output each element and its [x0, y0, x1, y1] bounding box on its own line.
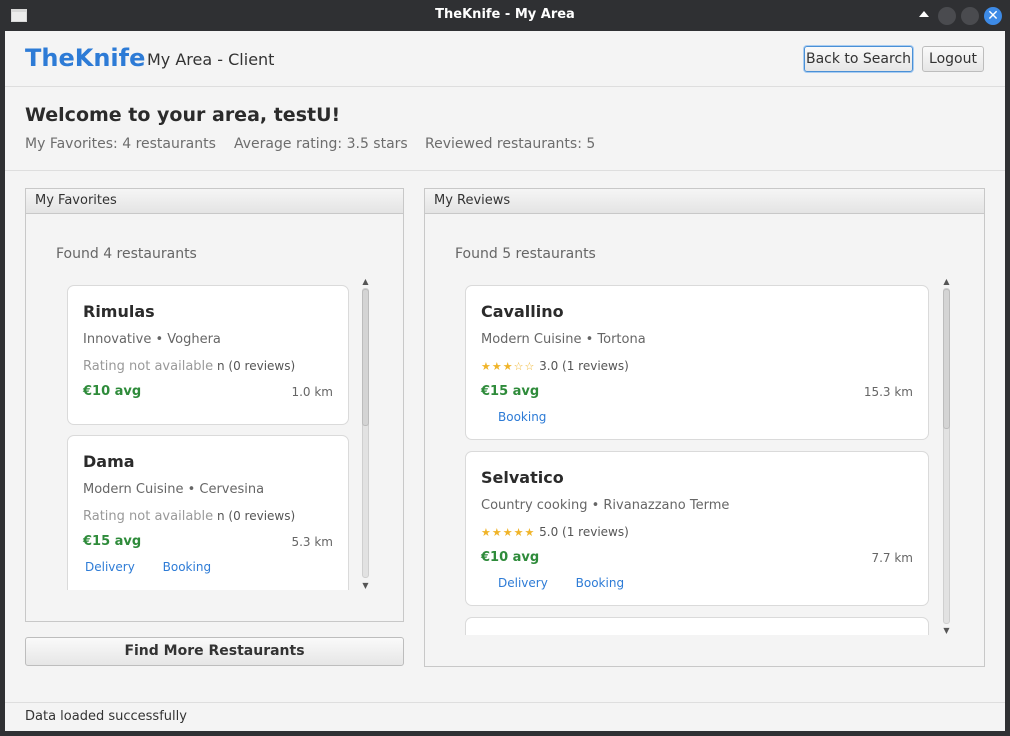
delivery-link[interactable]: Delivery [85, 560, 135, 574]
restaurant-distance: 5.3 km [291, 535, 333, 549]
restaurant-card-rimulas[interactable]: Rimulas Innovative • Voghera Rating not … [67, 285, 349, 425]
favorites-scrollbar[interactable]: ▲ ▼ [359, 276, 372, 591]
restaurant-card-partial[interactable] [465, 617, 929, 635]
restaurant-name: Dama [83, 452, 135, 471]
scroll-thumb[interactable] [943, 289, 950, 429]
restaurant-name: Selvatico [481, 468, 564, 487]
app-root: TheKnife My Area - Client Back to Search… [5, 31, 1005, 731]
status-bar: Data loaded successfully [5, 702, 1005, 731]
reviews-scrollbar[interactable]: ▲ ▼ [940, 276, 953, 636]
find-more-restaurants-button[interactable]: Find More Restaurants [25, 637, 404, 666]
restaurant-type: Modern Cuisine • Tortona [481, 332, 646, 347]
restaurant-links: Delivery Booking [85, 560, 235, 574]
restaurant-rating: Rating not available n (0 reviews) [83, 509, 295, 524]
favorites-panel-title: My Favorites [26, 189, 403, 214]
app-header: TheKnife My Area - Client Back to Search… [5, 31, 1005, 87]
star-rating-icon: ★★★☆☆ [481, 360, 536, 373]
restaurant-name: Cavallino [481, 302, 564, 321]
restaurant-rating: ★★★☆☆ 3.0 (1 reviews) [481, 359, 629, 373]
reviewed-count: Reviewed restaurants: 5 [425, 136, 596, 152]
booking-link[interactable]: Booking [498, 410, 546, 424]
rating-unavailable: Rating not available [83, 359, 214, 374]
restaurant-type: Country cooking • Rivanazzano Terme [481, 498, 730, 513]
rating-value: 3.0 (1 reviews) [539, 359, 629, 373]
scroll-up-icon[interactable]: ▲ [359, 276, 372, 287]
review-count: n (0 reviews) [216, 359, 296, 373]
restaurant-distance: 7.7 km [871, 551, 913, 565]
restaurant-price: €15 avg [83, 534, 142, 549]
average-rating: Average rating: 3.5 stars [234, 136, 408, 152]
star-rating-icon: ★★★★★ [481, 526, 536, 539]
maximize-button[interactable] [961, 7, 979, 25]
page-subtitle: My Area - Client [147, 50, 275, 69]
scroll-thumb[interactable] [362, 289, 369, 426]
reviews-found-count: Found 5 restaurants [455, 246, 596, 262]
window-titlebar: TheKnife - My Area ✕ [0, 0, 1010, 31]
minimize-button[interactable] [938, 7, 956, 25]
restaurant-card-cavallino[interactable]: Cavallino Modern Cuisine • Tortona ★★★☆☆… [465, 285, 929, 440]
reviews-panel-title: My Reviews [425, 189, 984, 214]
booking-link[interactable]: Booking [576, 576, 624, 590]
scroll-up-icon[interactable]: ▲ [940, 276, 953, 287]
keep-above-icon[interactable] [915, 7, 933, 25]
restaurant-distance: 15.3 km [863, 385, 913, 399]
brand-logo: TheKnife [25, 44, 146, 72]
window-title: TheKnife - My Area [435, 7, 575, 22]
scroll-down-icon[interactable]: ▼ [940, 625, 953, 636]
favorites-found-count: Found 4 restaurants [56, 246, 197, 262]
restaurant-card-dama[interactable]: Dama Modern Cuisine • Cervesina Rating n… [67, 435, 349, 590]
welcome-section: Welcome to your area, testU! My Favorite… [5, 88, 1005, 171]
logout-button[interactable]: Logout [922, 46, 984, 72]
restaurant-card-selvatico[interactable]: Selvatico Country cooking • Rivanazzano … [465, 451, 929, 606]
restaurant-distance: 1.0 km [291, 385, 333, 399]
reviews-panel: My Reviews Found 5 restaurants Cavallino… [424, 188, 985, 667]
close-window-button[interactable]: ✕ [984, 7, 1002, 25]
review-count: n (0 reviews) [216, 509, 296, 523]
restaurant-name: Rimulas [83, 302, 155, 321]
restaurant-rating: Rating not available n (0 reviews) [83, 359, 295, 374]
favorites-panel: My Favorites Found 4 restaurants Rimulas… [25, 188, 404, 622]
rating-value: 5.0 (1 reviews) [539, 525, 629, 539]
restaurant-price: €10 avg [481, 550, 540, 565]
restaurant-type: Innovative • Voghera [83, 332, 221, 347]
booking-link[interactable]: Booking [163, 560, 211, 574]
restaurant-rating: ★★★★★ 5.0 (1 reviews) [481, 525, 629, 539]
restaurant-links: Delivery Booking [498, 576, 648, 590]
restaurant-links: Booking [498, 410, 570, 424]
favorites-list[interactable]: Rimulas Innovative • Voghera Rating not … [67, 285, 349, 590]
back-to-search-button[interactable]: Back to Search [804, 46, 913, 72]
favorites-count: My Favorites: 4 restaurants [25, 136, 216, 152]
restaurant-price: €15 avg [481, 384, 540, 399]
rating-unavailable: Rating not available [83, 509, 214, 524]
scroll-down-icon[interactable]: ▼ [359, 580, 372, 591]
delivery-link[interactable]: Delivery [498, 576, 548, 590]
welcome-title: Welcome to your area, testU! [25, 104, 341, 126]
restaurant-price: €10 avg [83, 384, 142, 399]
restaurant-type: Modern Cuisine • Cervesina [83, 482, 265, 497]
reviews-list[interactable]: Cavallino Modern Cuisine • Tortona ★★★☆☆… [465, 285, 929, 635]
